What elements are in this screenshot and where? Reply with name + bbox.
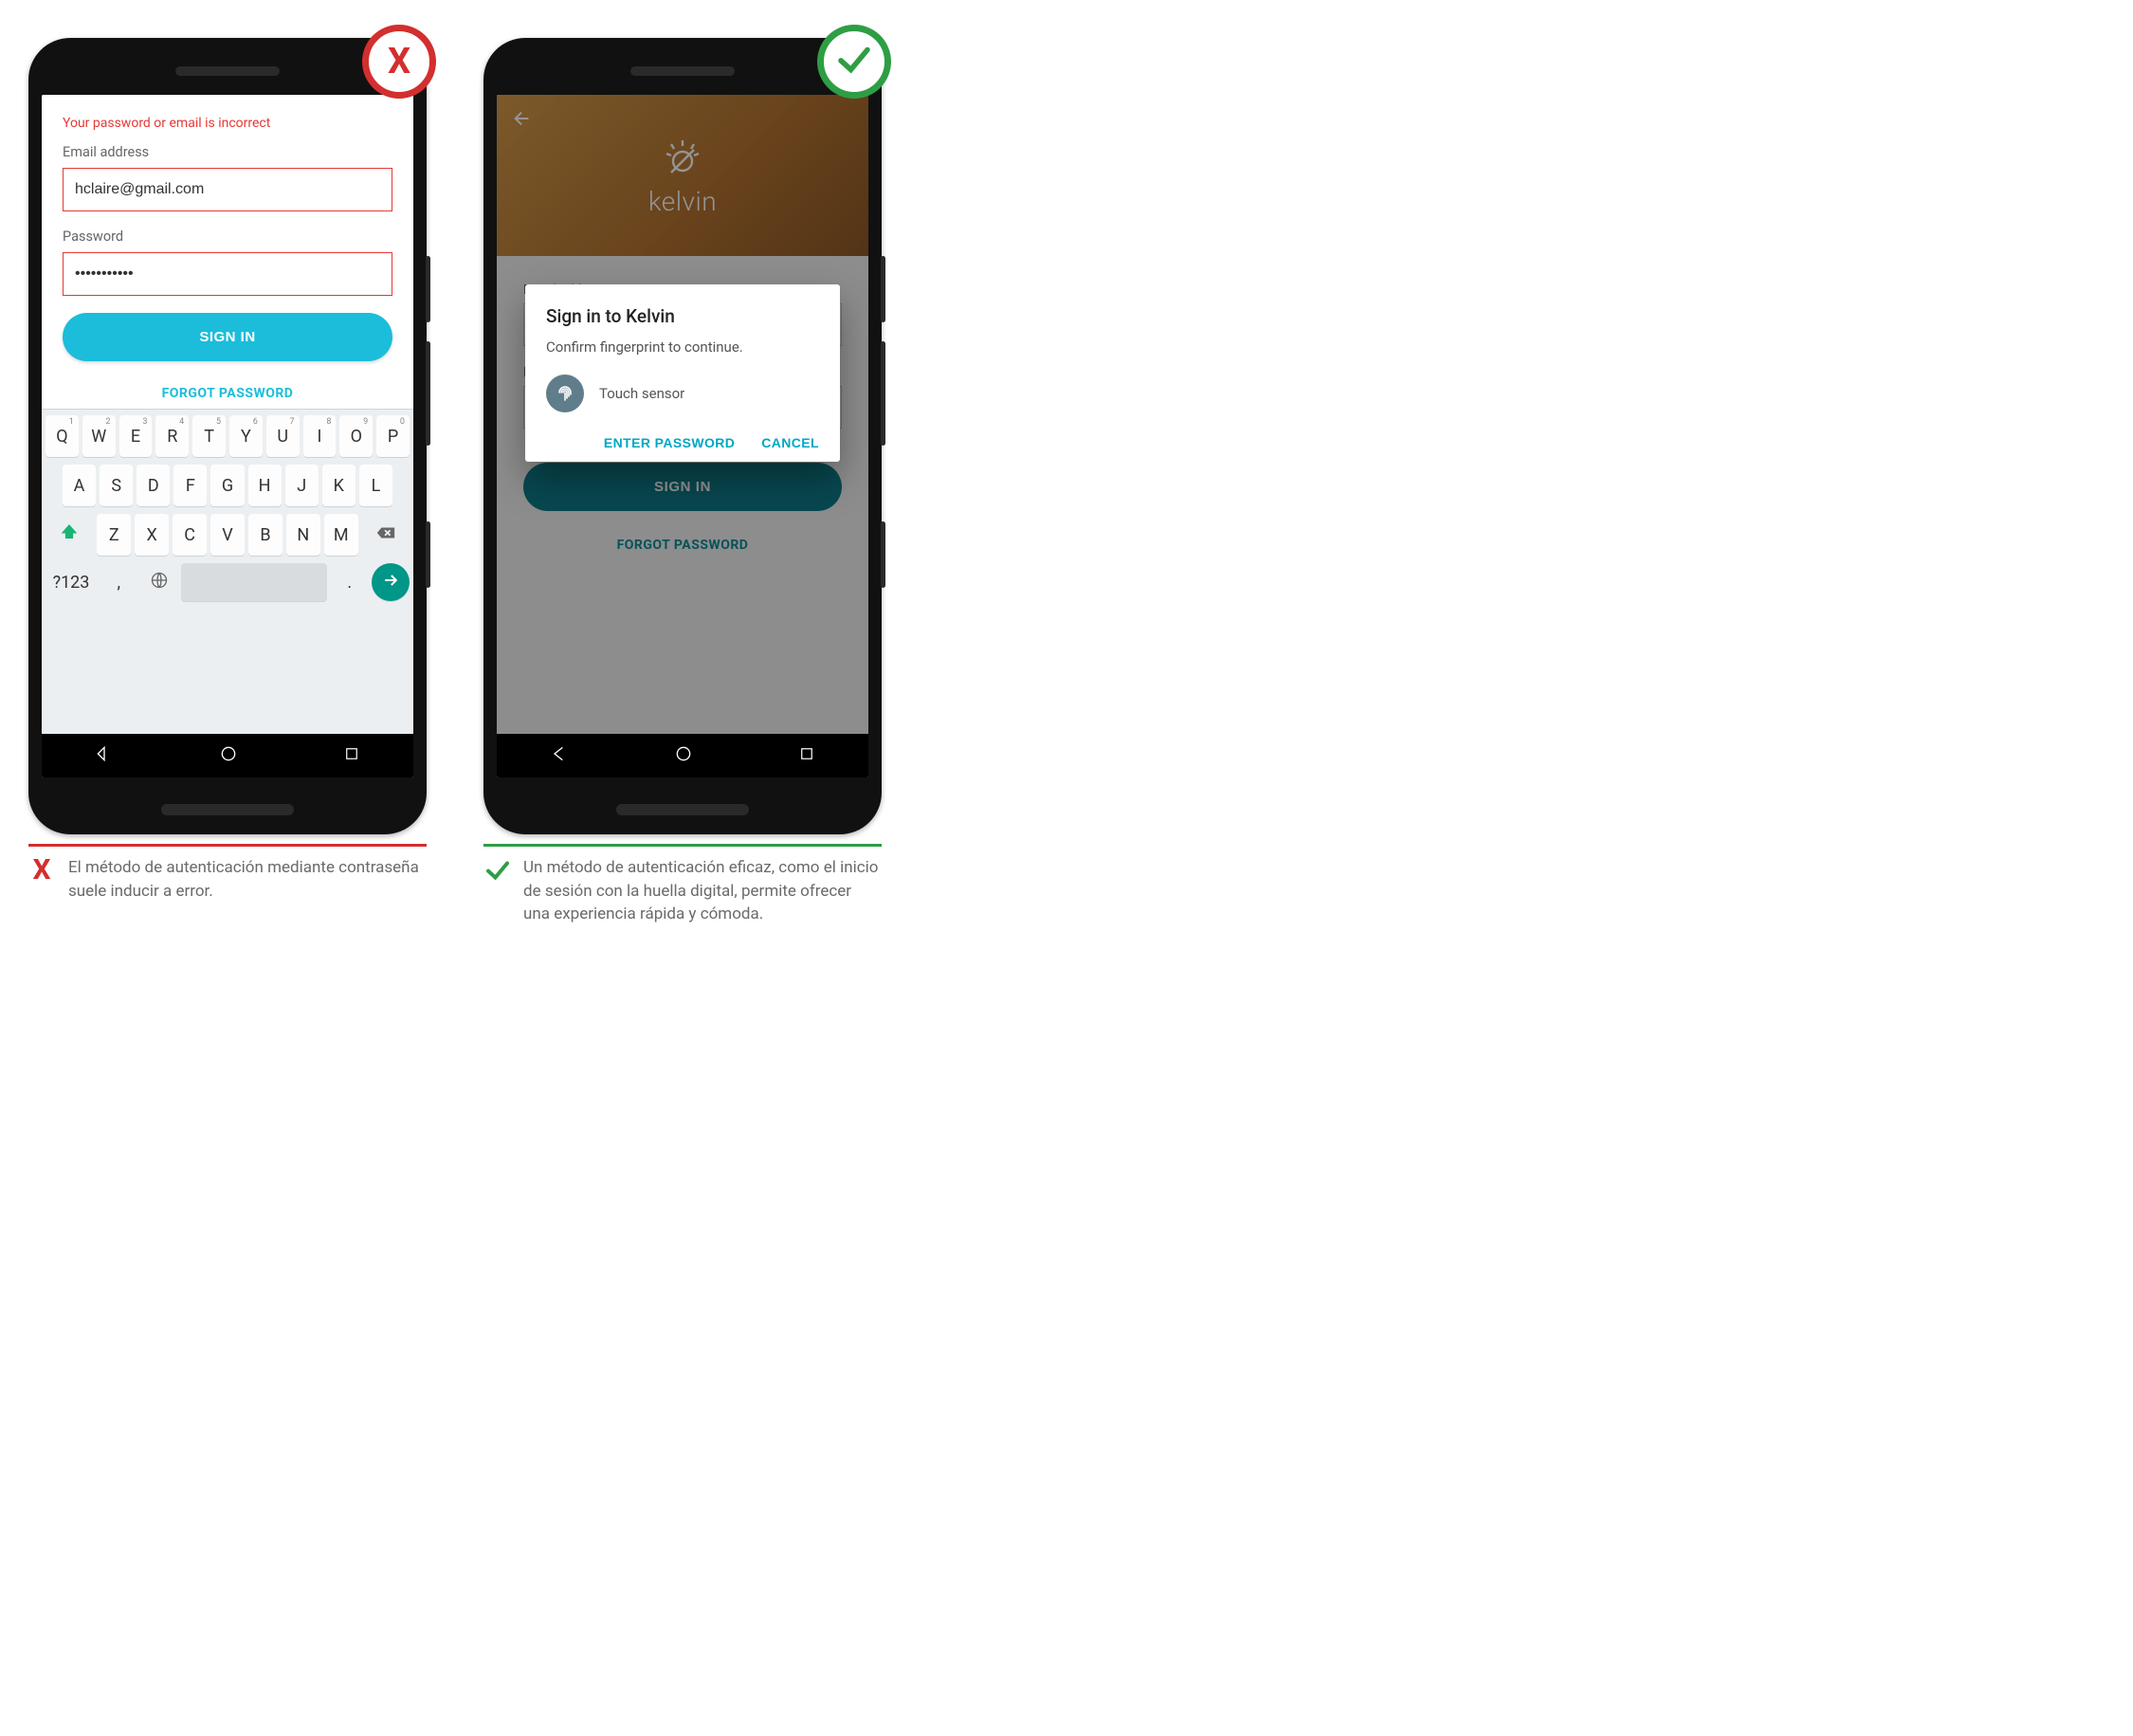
check-icon — [834, 40, 874, 83]
forgot-password-link[interactable]: FORGOT PASSWORD — [63, 386, 392, 399]
key-x[interactable]: X — [135, 514, 169, 556]
enter-password-button[interactable]: ENTER PASSWORD — [604, 435, 735, 450]
side-button — [426, 341, 430, 446]
key-f[interactable]: F — [173, 465, 207, 506]
brand-name: kelvin — [648, 186, 717, 217]
side-button — [881, 256, 885, 322]
key-e[interactable]: E3 — [119, 415, 153, 457]
forgot-password-link[interactable]: FORGOT PASSWORD — [523, 538, 842, 553]
fingerprint-icon — [546, 375, 584, 412]
side-button — [881, 521, 885, 588]
fingerprint-dialog: Sign in to Kelvin Confirm fingerprint to… — [525, 284, 840, 462]
caption-good-text: Un método de autenticación eficaz, como … — [523, 856, 882, 926]
globe-icon — [150, 571, 169, 594]
signin-form: Your password or email is incorrect Emai… — [42, 95, 413, 409]
key-comma[interactable]: , — [100, 563, 137, 601]
key-z[interactable]: Z — [97, 514, 131, 556]
key-d[interactable]: D — [137, 465, 170, 506]
x-mark-icon: X — [388, 41, 410, 82]
shift-icon — [59, 522, 80, 548]
key-c[interactable]: C — [173, 514, 207, 556]
check-icon — [483, 856, 510, 890]
key-language[interactable] — [141, 563, 178, 601]
key-l[interactable]: L — [359, 465, 392, 506]
key-m[interactable]: M — [324, 514, 358, 556]
arrow-right-icon — [381, 571, 400, 594]
back-arrow-icon[interactable] — [512, 108, 533, 135]
key-backspace[interactable] — [362, 514, 410, 556]
signin-button[interactable]: SIGN IN — [523, 463, 842, 511]
key-j[interactable]: J — [285, 465, 319, 506]
earpiece — [630, 66, 735, 76]
nav-recent-icon[interactable] — [343, 745, 360, 766]
key-t[interactable]: T5 — [192, 415, 226, 457]
key-enter[interactable] — [372, 563, 410, 601]
key-symbols[interactable]: ?123 — [46, 563, 97, 601]
badge-correct — [817, 25, 891, 99]
caption-good: Un método de autenticación eficaz, como … — [483, 844, 882, 926]
side-button — [881, 341, 885, 446]
cancel-button[interactable]: CANCEL — [761, 435, 819, 450]
key-q[interactable]: Q1 — [46, 415, 79, 457]
touch-sensor-label: Touch sensor — [599, 385, 684, 402]
comparison-container: X Your password or email is incorrect Em… — [28, 38, 2105, 926]
home-slot — [161, 804, 294, 815]
dialog-title: Sign in to Kelvin — [546, 305, 819, 327]
example-bad-column: X Your password or email is incorrect Em… — [28, 38, 427, 903]
key-b[interactable]: B — [248, 514, 283, 556]
key-y[interactable]: Y6 — [229, 415, 263, 457]
screen-left: Your password or email is incorrect Emai… — [42, 95, 413, 777]
home-slot — [616, 804, 749, 815]
nav-home-icon[interactable] — [219, 744, 238, 767]
key-p[interactable]: P0 — [376, 415, 410, 457]
side-button — [426, 521, 430, 588]
android-navbar — [497, 734, 868, 777]
key-space[interactable] — [181, 563, 327, 601]
dialog-subtitle: Confirm fingerprint to continue. — [546, 338, 819, 356]
key-i[interactable]: I8 — [303, 415, 337, 457]
nav-home-icon[interactable] — [674, 744, 693, 767]
key-w[interactable]: W2 — [82, 415, 116, 457]
example-good-column: kelvin Email address Password SIGN IN FO… — [483, 38, 882, 926]
key-n[interactable]: N — [286, 514, 320, 556]
email-label: Email address — [63, 144, 392, 160]
android-navbar — [42, 734, 413, 777]
screen-right: kelvin Email address Password SIGN IN FO… — [497, 95, 868, 777]
nav-back-icon[interactable] — [550, 744, 569, 767]
password-field[interactable] — [63, 252, 392, 296]
key-period[interactable]: . — [331, 563, 368, 601]
signin-button[interactable]: SIGN IN — [63, 313, 392, 361]
backspace-icon — [375, 522, 396, 548]
key-r[interactable]: R4 — [155, 415, 189, 457]
key-h[interactable]: H — [248, 465, 282, 506]
nav-back-icon[interactable] — [95, 744, 114, 767]
key-u[interactable]: U7 — [266, 415, 300, 457]
nav-recent-icon[interactable] — [798, 745, 815, 766]
kelvin-logo-icon — [660, 135, 705, 184]
key-k[interactable]: K — [322, 465, 356, 506]
caption-bad-text: El método de autenticación mediante cont… — [68, 856, 427, 903]
key-g[interactable]: G — [210, 465, 244, 506]
email-field[interactable] — [63, 168, 392, 211]
phone-frame-right: kelvin Email address Password SIGN IN FO… — [483, 38, 882, 834]
caption-bad: X El método de autenticación mediante co… — [28, 844, 427, 903]
badge-incorrect: X — [362, 25, 436, 99]
key-a[interactable]: A — [63, 465, 96, 506]
screen-right-content: kelvin Email address Password SIGN IN FO… — [497, 95, 868, 734]
key-shift[interactable] — [46, 514, 93, 556]
earpiece — [175, 66, 280, 76]
phone-frame-left: Your password or email is incorrect Emai… — [28, 38, 427, 834]
error-message: Your password or email is incorrect — [63, 116, 392, 131]
side-button — [426, 256, 430, 322]
caption-bar-bad — [28, 844, 427, 847]
x-mark-icon: X — [28, 856, 55, 885]
caption-bar-good — [483, 844, 882, 847]
soft-keyboard: Q1W2E3R4T5Y6U7I8O9P0 ASDFGHJKL ZXCVBNM ?… — [42, 409, 413, 734]
key-o[interactable]: O9 — [339, 415, 373, 457]
password-label: Password — [63, 228, 392, 245]
key-v[interactable]: V — [210, 514, 245, 556]
hero-banner: kelvin — [497, 95, 868, 256]
key-s[interactable]: S — [100, 465, 133, 506]
